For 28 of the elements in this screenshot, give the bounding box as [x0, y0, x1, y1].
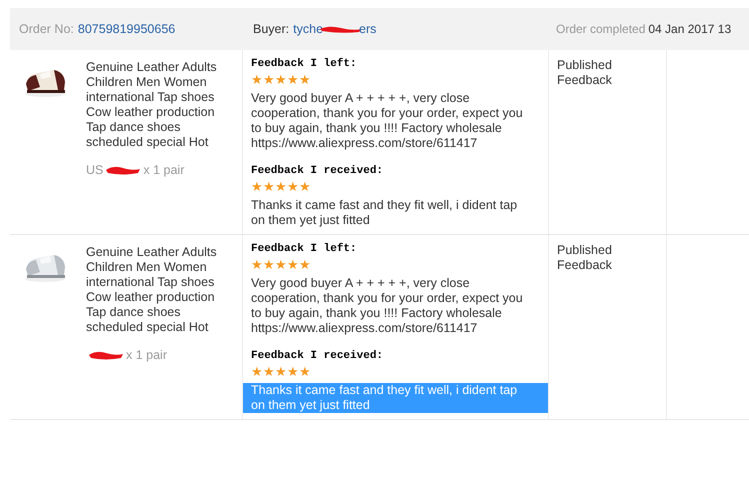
product-title[interactable]: Genuine Leather Adults Children Men Women international Tap shoes Cow leather production Tap dance shoes scheduled special Hot	[86, 60, 236, 150]
feedback-left-label: Feedback I left:	[251, 58, 358, 70]
quantity-text: x 1 pair	[143, 163, 184, 177]
redaction-mark	[105, 164, 142, 176]
price-prefix: US	[86, 163, 104, 177]
buyer-label: Buyer:	[253, 22, 290, 36]
feedback-received-text: Thanks it came fast and they fit well, i dident tap on them yet just fitted	[251, 198, 518, 228]
feedback-left-label: Feedback I left:	[251, 243, 358, 255]
feedback-received-label: Feedback I received:	[251, 165, 384, 177]
star-rating: ★★★★★	[251, 180, 311, 194]
order-number-link[interactable]: 80759819950656	[78, 22, 176, 36]
star-rating: ★★★★★	[251, 258, 311, 272]
order-number-label: Order No:	[19, 22, 74, 36]
quantity-text: x 1 pair	[126, 348, 167, 362]
star-rating: ★★★★★	[251, 73, 311, 87]
feedback-status: Published Feedback	[557, 243, 613, 273]
order-status-label: Order completed	[556, 22, 646, 36]
redaction-mark	[88, 349, 124, 361]
star-rating: ★★★★★	[251, 365, 311, 379]
feedback-received-label: Feedback I received:	[251, 350, 384, 362]
feedback-left-text: Very good buyer A + + + + +, very close cooperation, thank you for your order, expect you to buy again, thank you !!!! Factory wholesale https://www.aliexpress.com/store/611417	[251, 276, 524, 336]
feedback-left-text: Very good buyer A + + + + +, very close cooperation, thank you for your order, expect you to buy again, thank you !!!! Factory wholesale https://www.aliexpress.com/store/611417	[251, 91, 524, 151]
buyer-name-end-link[interactable]: ers	[359, 22, 376, 36]
buyer-name-start-link[interactable]: tyche	[293, 22, 324, 36]
order-date: 04 Jan 2017 13	[648, 22, 732, 36]
feedback-received-text: Thanks it came fast and they fit well, i dident tap on them yet just fitted	[243, 383, 548, 413]
product-title[interactable]: Genuine Leather Adults Children Men Women international Tap shoes Cow leather production Tap dance shoes scheduled special Hot	[86, 245, 236, 335]
feedback-status: Published Feedback	[557, 58, 613, 88]
